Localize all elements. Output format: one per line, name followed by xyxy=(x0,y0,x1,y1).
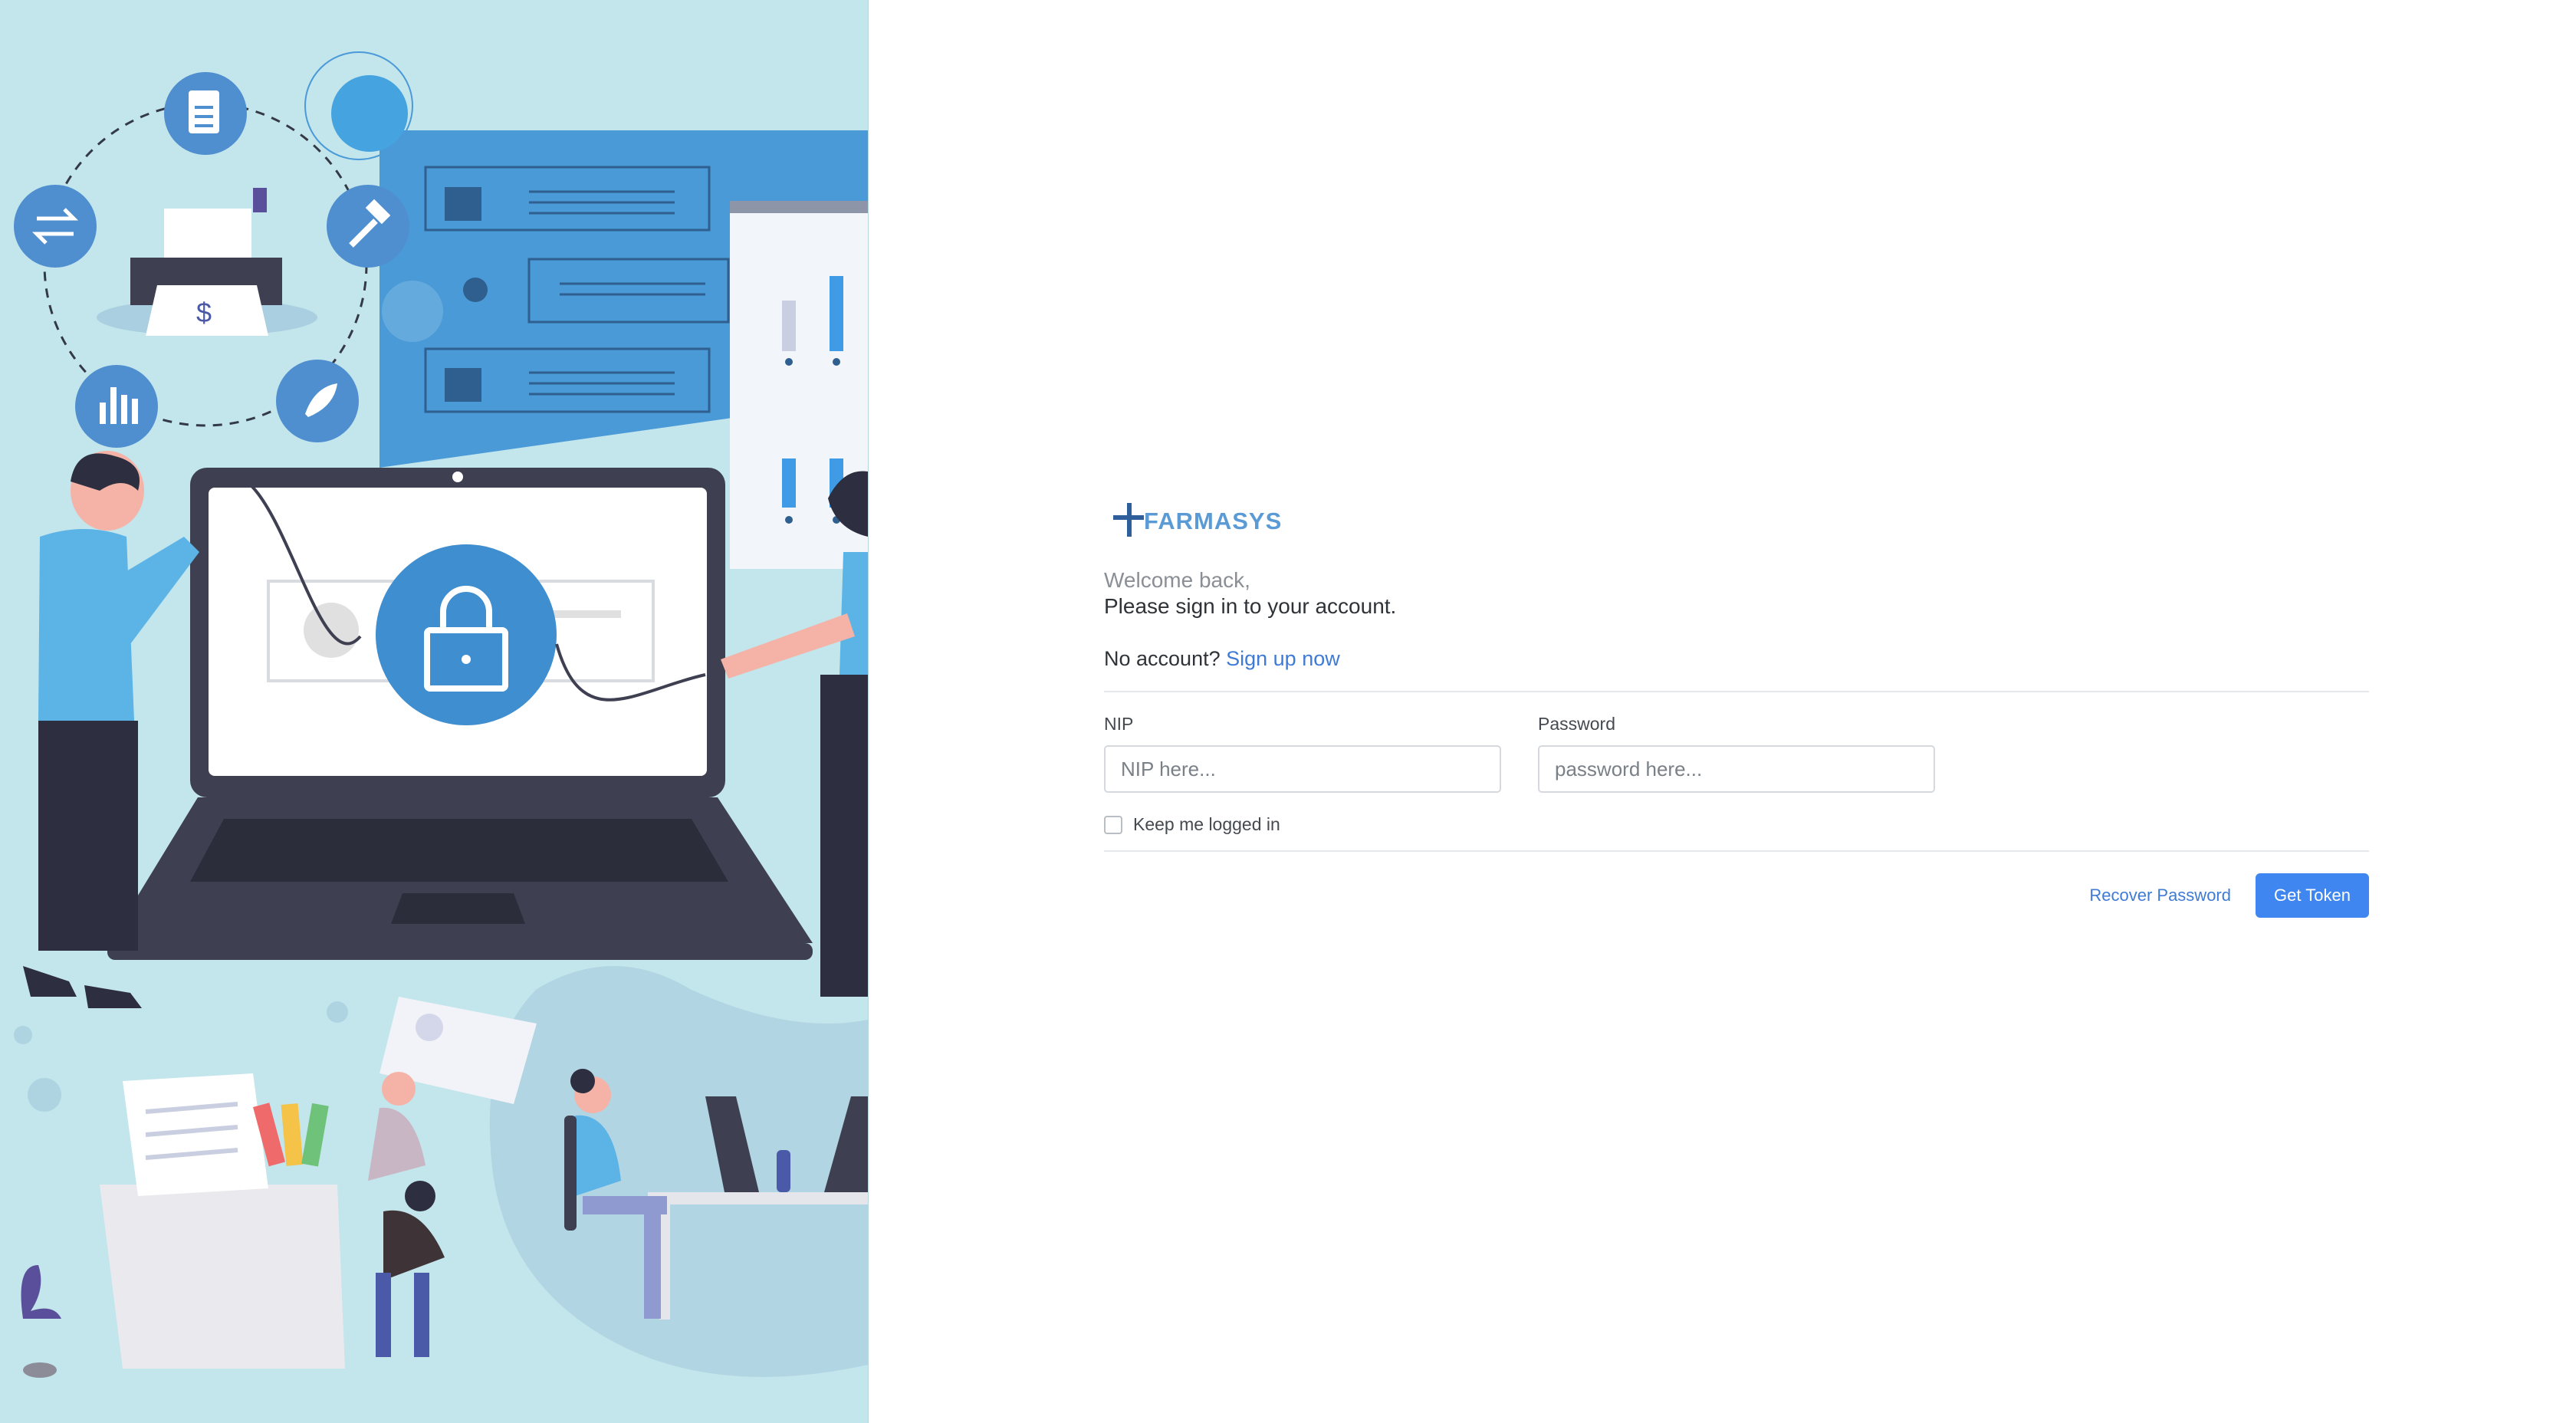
divider xyxy=(1104,691,2369,692)
no-account-text: No account? xyxy=(1104,647,1221,670)
remember-row: Keep me logged in xyxy=(1104,814,2369,835)
nip-input[interactable] xyxy=(1104,745,1501,793)
document-icon xyxy=(164,72,247,155)
signup-prompt: No account? Sign up now xyxy=(1104,647,2369,671)
rocket-icon xyxy=(276,360,359,442)
login-panel: FARMASYS Welcome back, Please sign in to… xyxy=(1104,475,2369,918)
divider xyxy=(1104,850,2369,852)
signin-subtitle: Please sign in to your account. xyxy=(1104,594,1397,618)
lock-icon xyxy=(376,544,557,725)
hero-illustration: $ xyxy=(0,0,869,1423)
brand-logo: FARMASYS xyxy=(1113,475,2369,537)
nip-label: NIP xyxy=(1104,714,1134,734)
hammer-icon xyxy=(327,185,409,268)
nip-field-group: NIP xyxy=(1104,714,1501,793)
password-label: Password xyxy=(1538,714,1615,734)
credentials-row: NIP Password xyxy=(1104,714,2369,793)
recover-password-link[interactable]: Recover Password xyxy=(2089,886,2231,905)
password-field-group: Password xyxy=(1538,714,1935,793)
currency-symbol: $ xyxy=(196,297,212,328)
bar-chart-icon xyxy=(75,365,158,448)
password-input[interactable] xyxy=(1538,745,1935,793)
brand-name: FARMASYS xyxy=(1144,508,1283,534)
form-actions: Recover Password Get Token xyxy=(1104,873,2369,918)
money-printer: $ xyxy=(97,188,317,336)
signup-link[interactable]: Sign up now xyxy=(1226,647,1340,670)
folder-scene xyxy=(100,997,537,1369)
get-token-button[interactable]: Get Token xyxy=(2256,873,2369,918)
welcome-text: Welcome back, xyxy=(1104,568,1250,592)
remember-label[interactable]: Keep me logged in xyxy=(1133,814,1280,835)
swap-icon xyxy=(14,185,97,268)
laptop xyxy=(107,468,813,960)
remember-checkbox[interactable] xyxy=(1104,815,1122,834)
